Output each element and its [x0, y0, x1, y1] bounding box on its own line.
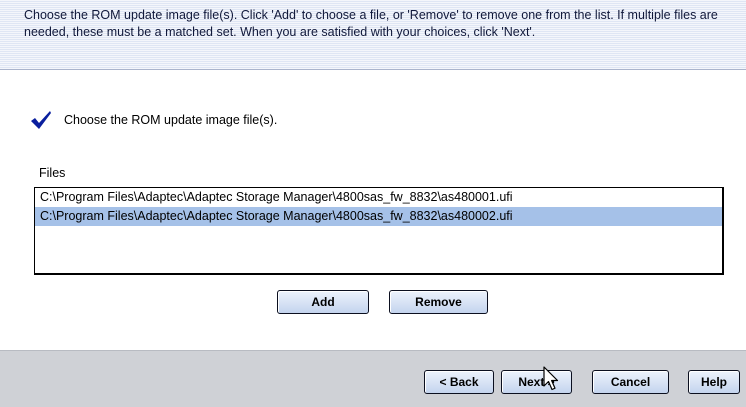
file-list-item[interactable]: C:\Program Files\Adaptec\Adaptec Storage…	[35, 188, 722, 207]
checkmark-icon	[31, 111, 51, 129]
file-list[interactable]: C:\Program Files\Adaptec\Adaptec Storage…	[34, 187, 724, 275]
step-status: Choose the ROM update image file(s).	[30, 110, 277, 130]
add-button[interactable]: Add	[277, 290, 369, 314]
cancel-button[interactable]: Cancel	[592, 370, 669, 394]
mouse-pointer-icon	[543, 366, 559, 391]
remove-button[interactable]: Remove	[389, 290, 488, 314]
instructions-banner: Choose the ROM update image file(s). Cli…	[0, 0, 746, 70]
next-button[interactable]: Next >	[501, 370, 572, 394]
step-status-text: Choose the ROM update image file(s).	[64, 113, 278, 127]
back-button[interactable]: < Back	[424, 370, 494, 394]
help-button[interactable]: Help	[688, 370, 740, 394]
file-list-item-selected[interactable]: C:\Program Files\Adaptec\Adaptec Storage…	[35, 207, 722, 226]
instructions-text: Choose the ROM update image file(s). Cli…	[24, 8, 718, 39]
files-label: Files	[39, 166, 66, 180]
